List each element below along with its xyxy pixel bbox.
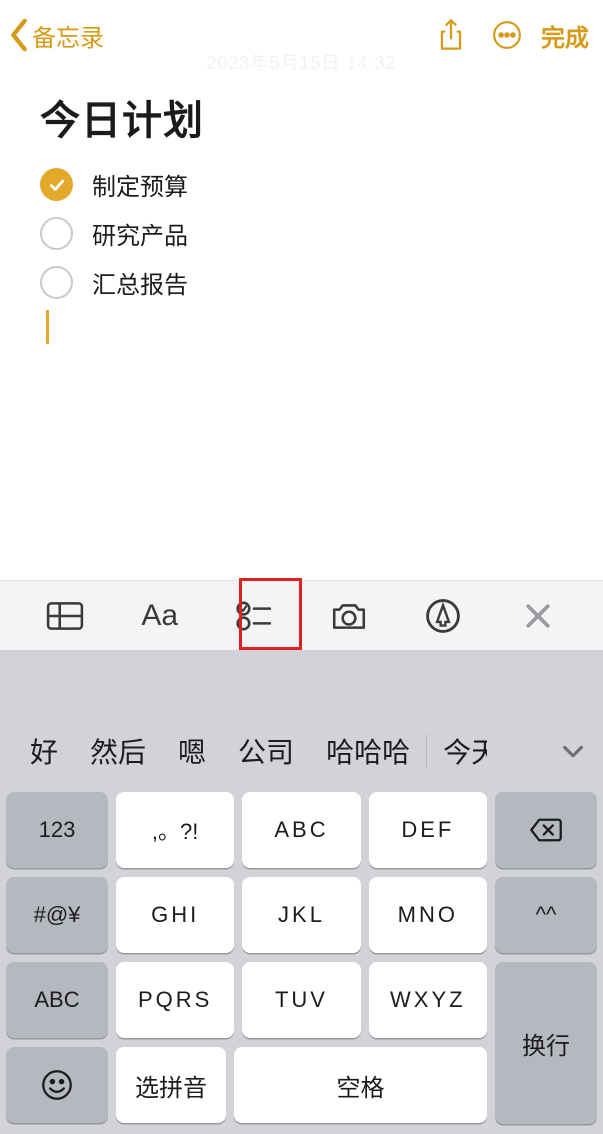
key-delete[interactable] (495, 792, 597, 868)
markup-icon (424, 597, 462, 635)
checklist: 制定预算 研究产品 汇总报告 (40, 160, 575, 348)
close-toolbar[interactable] (491, 581, 586, 651)
candidate[interactable]: 然后 (74, 731, 162, 771)
note-title[interactable]: 今日计划 (40, 88, 575, 146)
emoji-icon (41, 1069, 73, 1101)
candidate[interactable]: 今天 (427, 731, 487, 771)
markup-tool[interactable] (396, 581, 491, 651)
chevron-left-icon (8, 18, 30, 52)
back-label: 备忘录 (32, 18, 104, 53)
key-ghi[interactable]: GHI (116, 877, 234, 953)
key-punct[interactable]: ,。?! (116, 792, 234, 868)
checkbox-unchecked[interactable] (40, 217, 73, 250)
delete-icon (529, 817, 563, 843)
key-emoji[interactable] (6, 1047, 108, 1123)
note-timestamp: 2023年5月15日 14:32 (0, 49, 603, 75)
table-tool[interactable] (18, 581, 113, 651)
key-123[interactable]: 123 (6, 792, 108, 868)
candidate[interactable]: 哈哈哈 (310, 731, 426, 771)
done-button[interactable]: 完成 (541, 18, 589, 53)
checklist-tool[interactable] (207, 581, 302, 651)
keyboard: 好 然后 嗯 公司 哈哈哈 今天 123 ,。?! ABC DEF (0, 716, 603, 1134)
keyboard-gap (0, 650, 603, 716)
checklist-item[interactable]: 汇总报告 (40, 258, 575, 307)
note-editor[interactable]: 今日计划 制定预算 研究产品 汇总报告 (0, 70, 603, 580)
key-pinyin[interactable]: 选拼音 (116, 1047, 226, 1123)
key-abc-mode[interactable]: ABC (6, 962, 108, 1038)
checkbox-unchecked[interactable] (40, 266, 73, 299)
cursor-line[interactable] (40, 308, 575, 348)
table-icon (46, 597, 84, 635)
key-wxyz[interactable]: WXYZ (369, 962, 487, 1038)
checklist-item-label[interactable]: 制定预算 (92, 167, 188, 202)
key-space[interactable]: 空格 (234, 1047, 487, 1123)
checklist-item[interactable]: 制定预算 (40, 160, 575, 209)
key-mno[interactable]: MNO (369, 877, 487, 953)
key-symbols[interactable]: #@¥ (6, 877, 108, 953)
checkmark-icon (48, 176, 66, 194)
checklist-item-label[interactable]: 汇总报告 (92, 265, 188, 300)
share-icon (436, 18, 466, 52)
camera-icon (330, 597, 368, 635)
key-pqrs[interactable]: PQRS (116, 962, 234, 1038)
candidate[interactable]: 嗯 (162, 731, 222, 771)
checklist-icon (235, 597, 273, 635)
text-format-tool[interactable]: Aa (113, 581, 208, 651)
candidate[interactable]: 好 (14, 731, 74, 771)
key-emoticon[interactable]: ^^ (495, 877, 597, 953)
key-jkl[interactable]: JKL (242, 877, 360, 953)
key-enter[interactable]: 换行 (495, 962, 597, 1124)
candidate-row: 好 然后 嗯 公司 哈哈哈 今天 (0, 716, 603, 786)
candidate[interactable]: 公司 (222, 731, 310, 771)
format-toolbar: Aa (0, 580, 603, 650)
back-button[interactable]: 备忘录 (8, 18, 104, 53)
checkbox-checked[interactable] (40, 168, 73, 201)
checklist-item[interactable]: 研究产品 (40, 209, 575, 258)
expand-candidates[interactable] (551, 739, 595, 763)
close-icon (524, 602, 552, 630)
key-def[interactable]: DEF (369, 792, 487, 868)
ellipsis-circle-icon (492, 18, 522, 52)
chevron-down-icon (561, 739, 585, 763)
key-tuv[interactable]: TUV (242, 962, 360, 1038)
checklist-item-label[interactable]: 研究产品 (92, 216, 188, 251)
camera-tool[interactable] (302, 581, 397, 651)
text-cursor (46, 310, 49, 344)
key-abc[interactable]: ABC (242, 792, 360, 868)
